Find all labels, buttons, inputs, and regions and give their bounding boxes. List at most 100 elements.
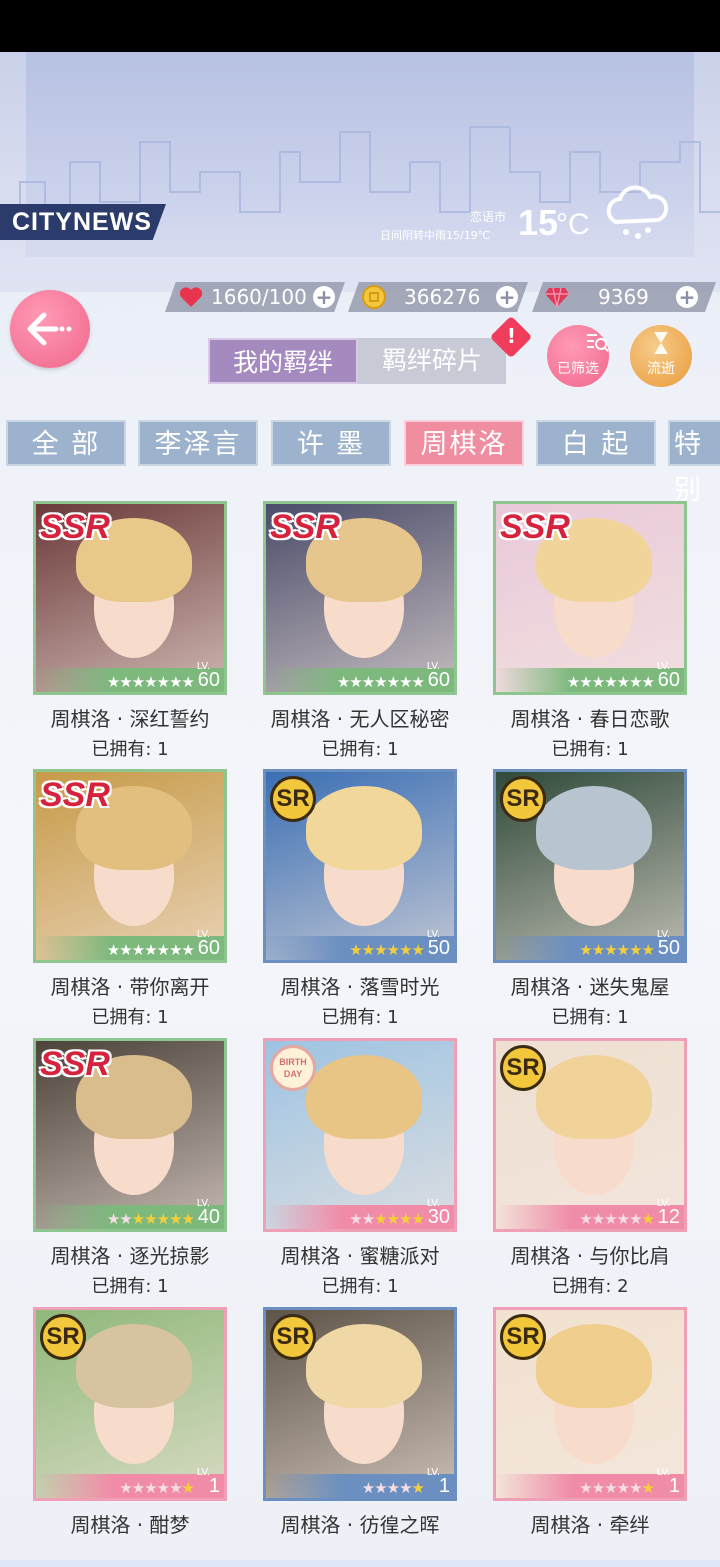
sr-badge: SR <box>500 776 546 822</box>
star-icon: ★ <box>616 1479 630 1497</box>
coins-counter: 366276 + <box>348 282 528 312</box>
filter-search-icon <box>587 334 609 352</box>
star-icon: ★ <box>144 941 157 959</box>
bond-card[interactable]: SR ★★★★★★ LV. 50 周棋洛 · 落雪时光 已拥有: 1 <box>263 769 457 1029</box>
filter-tab-all[interactable]: 全 部 <box>6 420 126 466</box>
star-icon: ★ <box>119 941 132 959</box>
bond-card[interactable]: SSR ★★★★★★★ LV. 60 周棋洛 · 深红誓约 已拥有: 1 <box>33 501 227 761</box>
star-rating: ★★★★★★★ <box>567 673 655 691</box>
star-icon: ★ <box>144 673 157 691</box>
level-bar: ★★★★★★ LV. 12 <box>496 1198 684 1229</box>
temperature-unit: °C <box>556 208 590 241</box>
star-icon: ★ <box>181 1479 195 1497</box>
filter-tab-bai-qi[interactable]: 白 起 <box>536 420 656 466</box>
star-icon: ★ <box>399 1210 412 1228</box>
ssr-badge: SSR <box>40 508 110 546</box>
sr-badge: SR <box>270 776 316 822</box>
star-icon: ★ <box>399 673 412 691</box>
card-portrait: BIRTH DAY ★★★★★★ LV. 30 <box>263 1038 457 1232</box>
star-icon: ★ <box>604 1479 617 1497</box>
star-icon: ★ <box>591 1210 605 1228</box>
star-icon: ★ <box>156 673 170 691</box>
tab-my-bonds[interactable]: 我的羁绊 <box>208 338 358 384</box>
coin-icon <box>362 285 386 309</box>
star-icon: ★ <box>641 673 655 691</box>
tab-bond-fragments[interactable]: 羁绊碎片 <box>358 338 506 384</box>
bond-card[interactable]: SSR ★★★★★★★ LV. 60 周棋洛 · 无人区秘密 已拥有: 1 <box>263 501 457 761</box>
bond-card[interactable]: SSR ★★★★★★★ LV. 60 周棋洛 · 带你离开 已拥有: 1 <box>33 769 227 1029</box>
card-portrait: SSR ★★★★★★★ LV. 60 <box>263 501 457 695</box>
bond-card[interactable]: SR ★★★★★★ LV. 50 周棋洛 · 迷失鬼屋 已拥有: 1 <box>493 769 687 1029</box>
weather-description: 日间阴转中雨15/19℃ <box>380 229 491 242</box>
card-name: 周棋洛 · 带你离开 <box>50 975 210 999</box>
card-name: 周棋洛 · 与你比肩 <box>510 1244 670 1268</box>
star-icon: ★ <box>579 1479 592 1497</box>
diamonds-counter: 9369 + <box>532 282 716 312</box>
bond-card[interactable]: SR ★★★★★★ LV. 1 周棋洛 · 牵绊 <box>493 1307 687 1567</box>
filter-tab-zhou-qiluo[interactable]: 周棋洛 <box>404 420 524 466</box>
level-bar: ★★★★★★ LV. 1 <box>36 1467 224 1498</box>
filter-tab-special[interactable]: 特别 <box>668 420 720 506</box>
star-icon: ★ <box>119 1210 132 1228</box>
level-bar: ★★★★★★ LV. 30 <box>266 1198 454 1229</box>
level-bar: ★★★★★★ LV. 50 <box>496 929 684 960</box>
coins-value: 366276 <box>404 285 481 309</box>
temperature: 15 <box>518 202 559 243</box>
hourglass-icon <box>654 332 668 354</box>
status-bar <box>0 0 720 52</box>
sr-badge: SR <box>500 1045 546 1091</box>
star-icon: ★ <box>411 1210 425 1228</box>
card-level: 1 <box>208 1475 220 1497</box>
bond-card[interactable]: SSR ★★★★★★★ LV. 60 周棋洛 · 春日恋歌 已拥有: 1 <box>493 501 687 761</box>
star-icon: ★ <box>181 673 195 691</box>
ssr-badge: SSR <box>500 508 570 546</box>
rain-cloud-icon <box>606 185 669 239</box>
bond-card[interactable]: SSR ★★★★★★★ LV. 40 周棋洛 · 逐光掠影 已拥有: 1 <box>33 1038 227 1298</box>
star-icon: ★ <box>604 1210 617 1228</box>
filter-tab-xu-mo[interactable]: 许 墨 <box>271 420 391 466</box>
star-icon: ★ <box>399 941 412 959</box>
add-diamonds-button[interactable]: + <box>676 286 698 308</box>
star-icon: ★ <box>604 673 617 691</box>
bond-card[interactable]: SR ★★★★★ LV. 1 周棋洛 · 彷徨之晖 <box>263 1307 457 1567</box>
add-coins-button[interactable]: + <box>496 286 518 308</box>
star-icon: ★ <box>169 1479 182 1497</box>
bond-card[interactable]: BIRTH DAY ★★★★★★ LV. 30 周棋洛 · 蜜糖派对 已拥有: 1 <box>263 1038 457 1298</box>
card-name: 周棋洛 · 牵绊 <box>530 1513 650 1537</box>
stamina-value: 1660/100 <box>211 285 307 309</box>
sr-badge: SR <box>270 1314 316 1360</box>
star-icon: ★ <box>349 1210 362 1228</box>
owned-count: 已拥有: 1 <box>551 739 629 760</box>
owned-count: 已拥有: 1 <box>321 1276 399 1297</box>
card-name: 周棋洛 · 蜜糖派对 <box>280 1244 440 1268</box>
star-icon: ★ <box>579 1210 592 1228</box>
bond-card[interactable]: SR ★★★★★★ LV. 1 周棋洛 · 酣梦 <box>33 1307 227 1567</box>
card-level: 60 <box>427 669 450 691</box>
card-level: 1 <box>438 1475 450 1497</box>
weather-city: 恋语市 <box>470 210 507 224</box>
filter-tab-li-zeyan[interactable]: 李泽言 <box>138 420 258 466</box>
star-icon: ★ <box>629 1479 642 1497</box>
owned-count: 已拥有: 1 <box>321 739 399 760</box>
add-stamina-button[interactable]: + <box>313 286 335 308</box>
star-icon: ★ <box>349 941 362 959</box>
bond-card[interactable]: SR ★★★★★★ LV. 12 周棋洛 · 与你比肩 已拥有: 2 <box>493 1038 687 1298</box>
filter-button[interactable]: 已筛选 <box>547 325 609 387</box>
card-portrait: SR ★★★★★ LV. 1 <box>263 1307 457 1501</box>
card-name: 周棋洛 · 迷失鬼屋 <box>510 975 670 999</box>
level-bar: ★★★★★★ LV. 50 <box>266 929 454 960</box>
back-button[interactable] <box>10 290 90 368</box>
star-icon: ★ <box>106 673 120 691</box>
card-portrait: SR ★★★★★★ LV. 50 <box>493 769 687 963</box>
star-icon: ★ <box>374 1479 387 1497</box>
ssr-badge: SSR <box>40 776 110 814</box>
star-rating: ★★★★★★★ <box>106 673 195 691</box>
star-icon: ★ <box>374 941 387 959</box>
star-rating: ★★★★★★ <box>579 1479 655 1497</box>
card-level: 30 <box>427 1206 450 1228</box>
time-flow-button[interactable]: 流逝 <box>630 325 692 387</box>
level-bar: ★★★★★★★ LV. 60 <box>36 929 224 960</box>
back-arrow-icon <box>27 312 72 346</box>
star-icon: ★ <box>156 1479 170 1497</box>
star-rating: ★★★★★★★ <box>107 941 195 959</box>
